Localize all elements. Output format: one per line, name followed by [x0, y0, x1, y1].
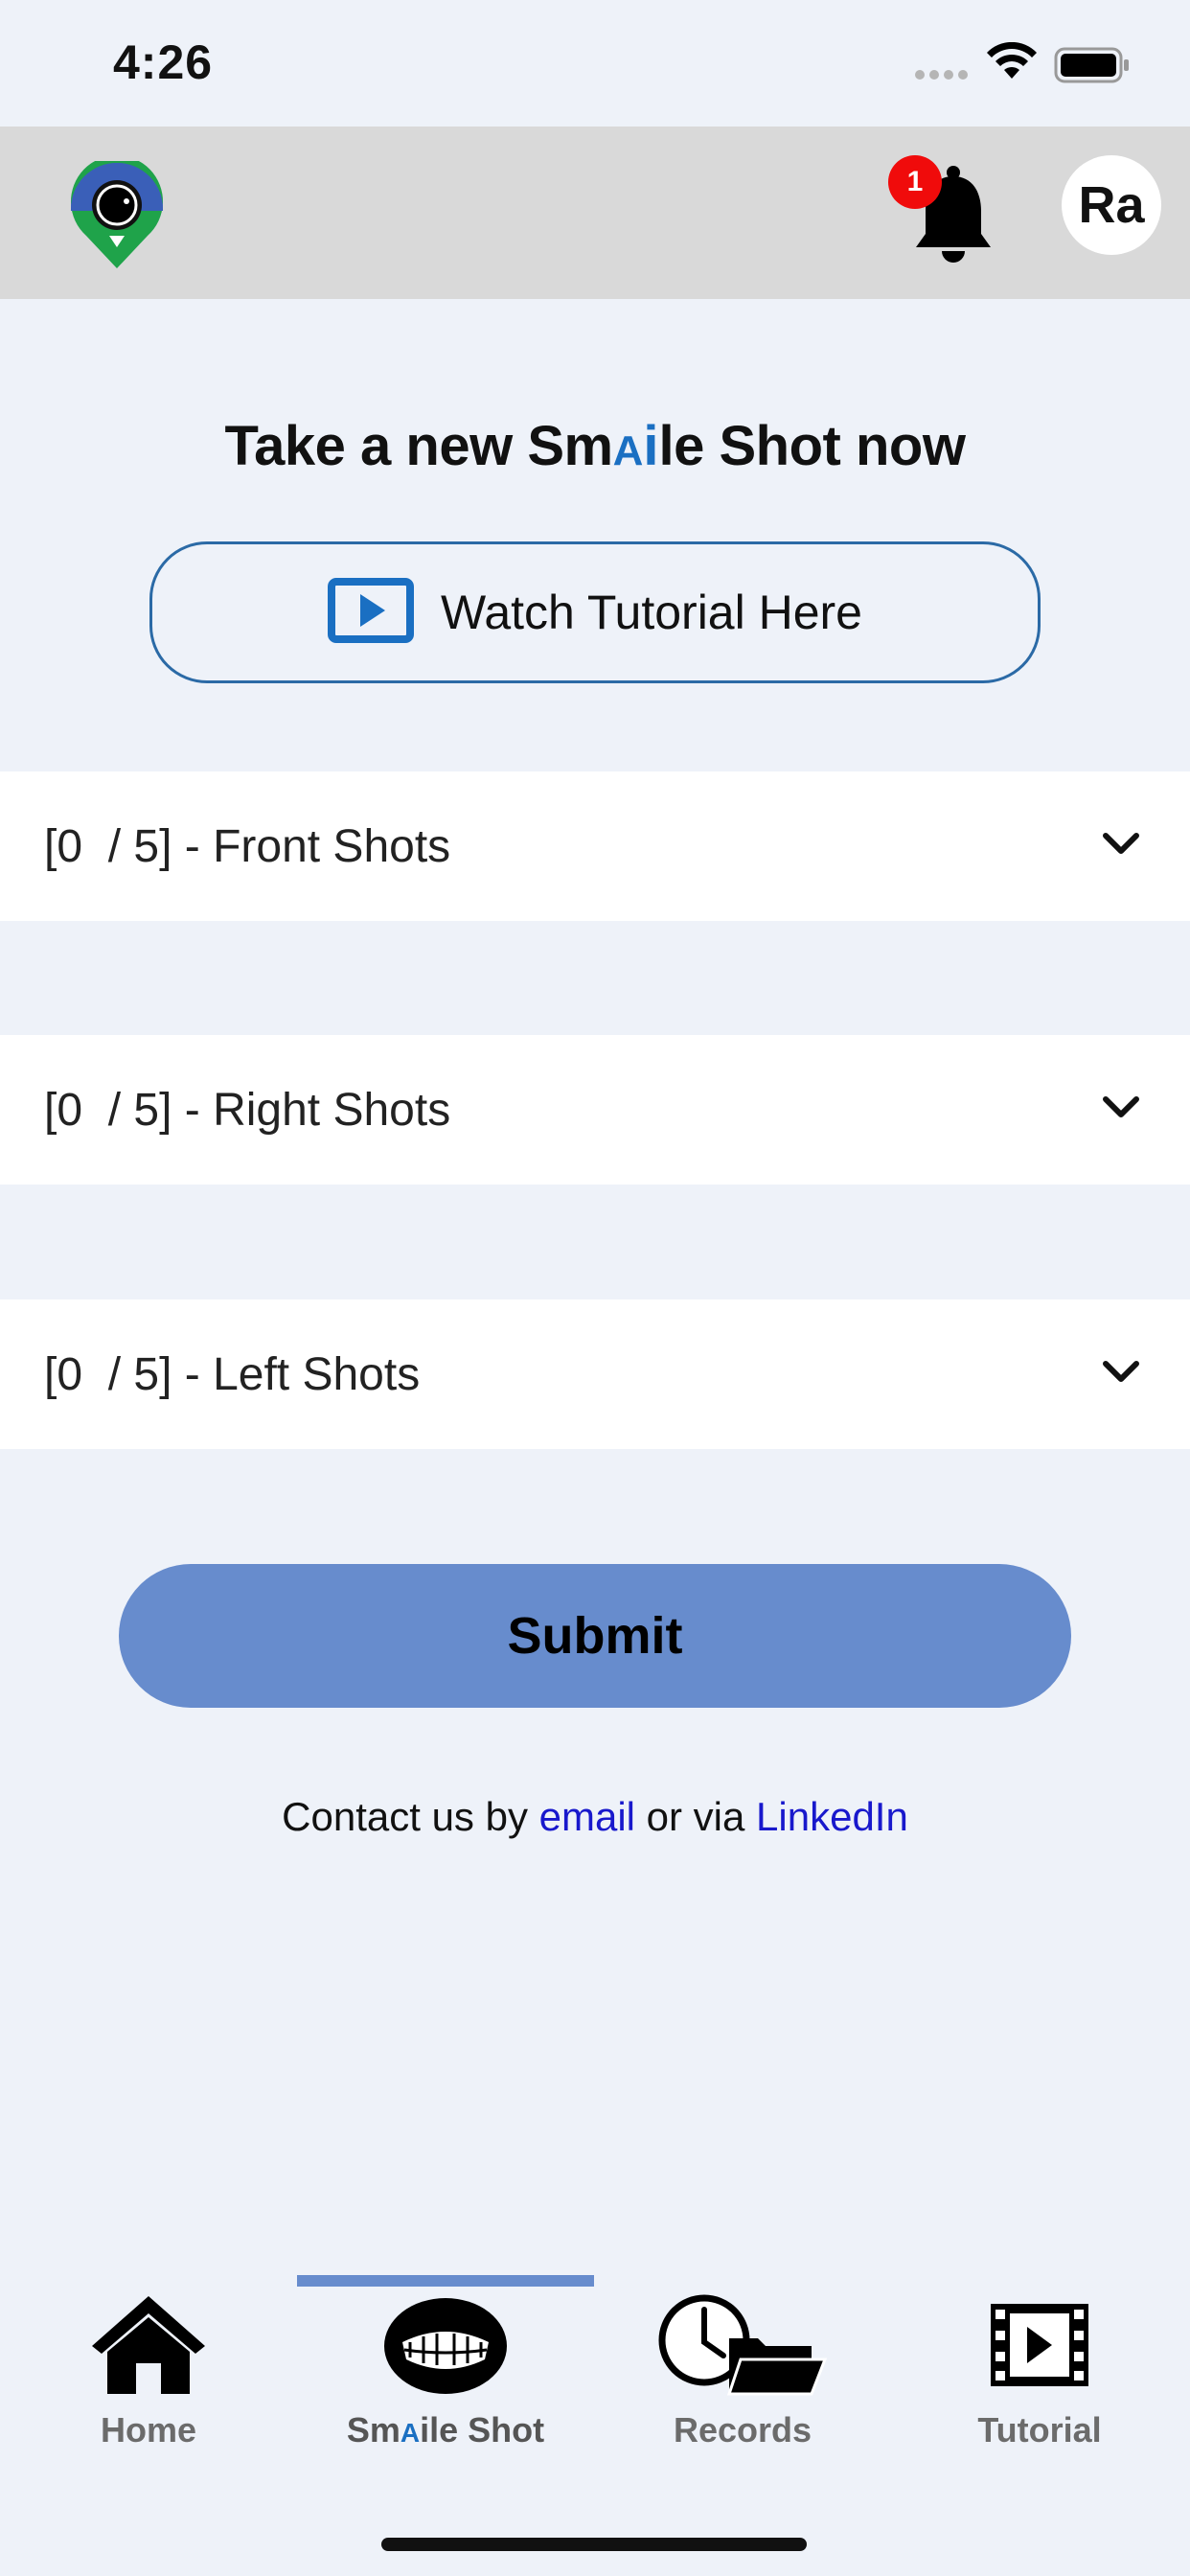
notification-badge: 1 [888, 155, 942, 209]
cellular-signal-icon [915, 67, 973, 84]
linkedin-link[interactable]: LinkedIn [756, 1794, 908, 1839]
status-time: 4:26 [113, 35, 214, 89]
watch-tutorial-label: Watch Tutorial Here [441, 586, 862, 639]
app-header: 1 Ra [0, 126, 1190, 299]
contact-middle: or via [635, 1794, 757, 1839]
tab-smaile-shot-label: SmAile Shot [347, 2410, 544, 2450]
tab-tutorial-label: Tutorial [977, 2410, 1102, 2450]
avatar[interactable]: Ra [1062, 155, 1161, 255]
title-i: i [643, 415, 659, 477]
tab-bar: Home SmAile Shot Records Tutorial [0, 2262, 1190, 2576]
tab-label-suffix: ile Shot [420, 2410, 545, 2450]
tab-label-prefix: Sm [346, 2410, 400, 2450]
wifi-icon [985, 41, 1039, 85]
play-video-icon [328, 577, 415, 648]
right-shots-label: [0 / 5] - Right Shots [44, 1084, 451, 1136]
status-bar: 4:26 [0, 0, 1190, 126]
records-icon [658, 2292, 828, 2403]
left-shots-section[interactable]: [0 / 5] - Left Shots [0, 1300, 1190, 1449]
chevron-down-icon [1102, 1360, 1140, 1390]
right-shots-section[interactable]: [0 / 5] - Right Shots [0, 1035, 1190, 1184]
home-indicator [381, 2538, 807, 2551]
teeth-icon [381, 2292, 510, 2403]
title-suffix: le Shot now [658, 415, 966, 477]
tab-tutorial[interactable]: Tutorial [891, 2292, 1188, 2484]
tab-home-label: Home [100, 2410, 197, 2450]
front-shots-section[interactable]: [0 / 5] - Front Shots [0, 771, 1190, 921]
film-icon [987, 2292, 1092, 2403]
chevron-down-icon [1102, 1095, 1140, 1125]
submit-button[interactable]: Submit [119, 1564, 1071, 1708]
home-icon [88, 2292, 209, 2403]
page-title: Take a new SmAile Shot now [0, 414, 1190, 478]
app-logo-icon[interactable] [69, 155, 165, 273]
email-link[interactable]: email [539, 1794, 635, 1839]
tab-smaile-shot[interactable]: SmAile Shot [297, 2292, 594, 2484]
contact-line: Contact us by email or via LinkedIn [0, 1794, 1190, 1840]
battery-icon [1054, 46, 1131, 89]
active-tab-indicator [297, 2275, 594, 2287]
title-prefix: Take a new Sm [224, 415, 614, 477]
contact-prefix: Contact us by [282, 1794, 539, 1839]
front-shots-label: [0 / 5] - Front Shots [44, 820, 451, 872]
tab-records[interactable]: Records [594, 2292, 891, 2484]
watch-tutorial-button[interactable]: Watch Tutorial Here [149, 541, 1041, 683]
tab-home[interactable]: Home [0, 2292, 297, 2484]
title-ai: A [612, 427, 644, 474]
left-shots-label: [0 / 5] - Left Shots [44, 1348, 421, 1400]
chevron-down-icon [1102, 832, 1140, 862]
tab-records-label: Records [673, 2410, 812, 2450]
tab-label-ai: A [400, 2418, 421, 2448]
